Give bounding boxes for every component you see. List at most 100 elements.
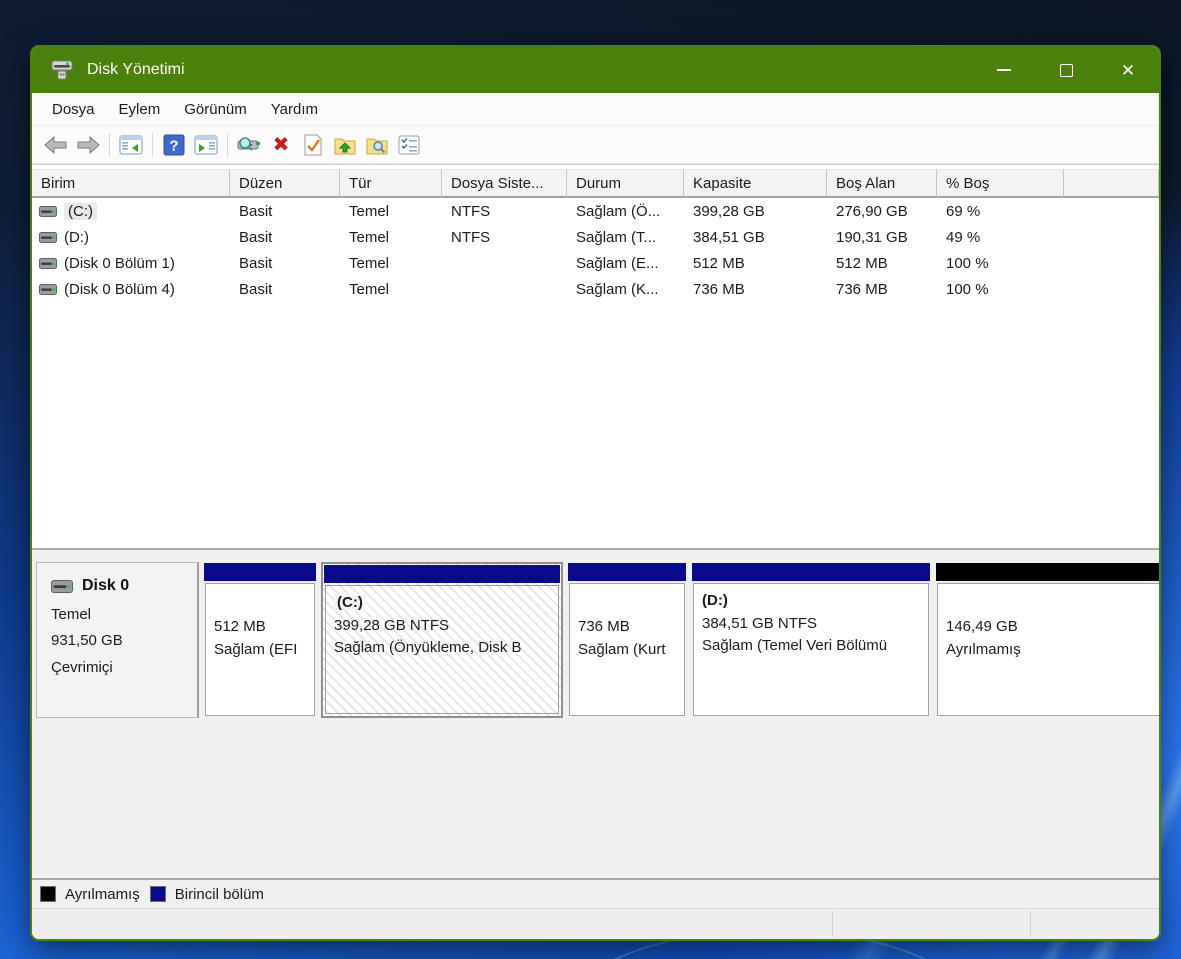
partition-size: 146,49 GB <box>946 616 1160 639</box>
menu-bar: Dosya Eylem Görünüm Yardım <box>32 93 1159 126</box>
toolbar: ? ✖ <box>32 126 1159 164</box>
volume-drive-icon <box>39 284 57 295</box>
volume-list-pane: Birim Düzen Tür Dosya Siste... Durum Kap… <box>32 164 1159 548</box>
table-row[interactable]: (Disk 0 Bölüm 4) Basit Temel Sağlam (K..… <box>32 276 1159 302</box>
help-icon[interactable]: ? <box>158 131 190 159</box>
toolbar-separator <box>109 133 110 157</box>
cell-tur: Temel <box>340 276 442 302</box>
partition-color-bar <box>936 563 1161 581</box>
cell-kapasite: 384,51 GB <box>684 224 827 250</box>
legend-item-unallocated: Ayrılmamış <box>40 886 140 903</box>
disk-drive-icon <box>50 60 74 80</box>
cell-tur: Temel <box>340 198 442 224</box>
column-header-birim[interactable]: Birim <box>32 169 230 198</box>
column-header-tur[interactable]: Tür <box>340 169 442 198</box>
menu-dosya[interactable]: Dosya <box>40 97 107 122</box>
cell-duzen: Basit <box>230 250 340 276</box>
partition-status: Sağlam (Temel Veri Bölümü <box>702 635 928 658</box>
menu-yardim[interactable]: Yardım <box>259 97 330 122</box>
disk0-row: Disk 0 Temel 931,50 GB Çevrimiçi 512 MB … <box>36 562 1159 718</box>
partition-c[interactable]: (C:) 399,28 GB NTFS Sağlam (Önyükleme, D… <box>321 562 563 718</box>
cell-kapasite: 399,28 GB <box>684 198 827 224</box>
cell-dosya-sistemi: NTFS <box>442 198 567 224</box>
column-header-kapasite[interactable]: Kapasite <box>684 169 827 198</box>
cell-kapasite: 512 MB <box>684 250 827 276</box>
partition-status: Ayrılmamış <box>946 639 1160 662</box>
forward-icon[interactable] <box>72 131 104 159</box>
disk-name: Disk 0 <box>82 577 129 595</box>
partition-recovery[interactable]: 736 MB Sağlam (Kurt <box>567 562 687 718</box>
column-header-empty[interactable] <box>1064 169 1159 198</box>
column-header-duzen[interactable]: Düzen <box>230 169 340 198</box>
back-icon[interactable] <box>40 131 72 159</box>
partition-status: Sağlam (EFI <box>214 639 314 662</box>
volume-table-header: Birim Düzen Tür Dosya Siste... Durum Kap… <box>32 169 1159 198</box>
partition-color-bar <box>204 563 316 581</box>
table-row[interactable]: (C:) Basit Temel NTFS Sağlam (Ö... 399,2… <box>32 198 1159 224</box>
volume-drive-icon <box>39 232 57 243</box>
pane-splitter[interactable] <box>32 548 1159 555</box>
disk-type: Temel <box>51 605 197 625</box>
partition-unallocated[interactable]: 146,49 GB Ayrılmamış <box>935 562 1161 718</box>
column-header-yuzde-bos[interactable]: % Boş <box>937 169 1064 198</box>
partition-status: Sağlam (Kurt <box>578 639 684 662</box>
disk0-info-panel[interactable]: Disk 0 Temel 931,50 GB Çevrimiçi <box>36 562 199 718</box>
partition-color-bar <box>692 563 930 581</box>
cell-bos-alan: 512 MB <box>827 250 937 276</box>
volume-name: (D:) <box>64 229 89 246</box>
cell-duzen: Basit <box>230 224 340 250</box>
menu-eylem[interactable]: Eylem <box>107 97 173 122</box>
close-button[interactable]: ✕ <box>1097 47 1159 93</box>
cell-bos-alan: 276,90 GB <box>827 198 937 224</box>
partition-size: 512 MB <box>214 616 314 639</box>
volume-drive-icon <box>39 258 57 269</box>
title-bar[interactable]: Disk Yönetimi ✕ <box>32 47 1159 93</box>
partition-label: (C:) <box>334 594 366 611</box>
svg-text:?: ? <box>169 137 178 154</box>
status-bar-separator <box>832 911 833 937</box>
partition-efi[interactable]: 512 MB Sağlam (EFI <box>203 562 317 718</box>
legend-swatch-primary <box>150 886 166 902</box>
partition-size: 736 MB <box>578 616 684 639</box>
minimize-button[interactable] <box>973 47 1035 93</box>
partition-color-bar <box>568 563 686 581</box>
cell-bos-alan: 736 MB <box>827 276 937 302</box>
volume-name: (C:) <box>64 203 97 220</box>
legend-label: Ayrılmamış <box>65 886 140 903</box>
status-bar-separator <box>1030 911 1031 937</box>
cell-kapasite: 736 MB <box>684 276 827 302</box>
partition-size: 399,28 GB NTFS <box>334 615 558 638</box>
cell-duzen: Basit <box>230 198 340 224</box>
menu-gorunum[interactable]: Görünüm <box>172 97 259 122</box>
disk-graph-pane: Disk 0 Temel 931,50 GB Çevrimiçi 512 MB … <box>32 555 1159 908</box>
toolbar-separator <box>152 133 153 157</box>
delete-volume-icon[interactable]: ✖ <box>265 131 297 159</box>
disk-drive-icon <box>51 580 73 593</box>
partition-d[interactable]: (D:) 384,51 GB NTFS Sağlam (Temel Veri B… <box>691 562 931 718</box>
cell-dosya-sistemi <box>442 276 567 302</box>
show-action-pane-icon[interactable] <box>190 131 222 159</box>
column-header-dosya-sistemi[interactable]: Dosya Siste... <box>442 169 567 198</box>
volume-name: (Disk 0 Bölüm 1) <box>64 255 175 272</box>
cell-yuzde-bos: 100 % <box>937 250 1064 276</box>
cell-duzen: Basit <box>230 276 340 302</box>
folder-up-icon[interactable] <box>329 131 361 159</box>
cell-dosya-sistemi: NTFS <box>442 224 567 250</box>
cell-yuzde-bos: 49 % <box>937 224 1064 250</box>
cell-tur: Temel <box>340 250 442 276</box>
volume-name: (Disk 0 Bölüm 4) <box>64 281 175 298</box>
legend-item-primary: Birincil bölüm <box>150 886 264 903</box>
status-bar <box>32 908 1159 939</box>
rescan-disks-icon[interactable] <box>233 131 265 159</box>
folder-search-icon[interactable] <box>361 131 393 159</box>
maximize-button[interactable] <box>1035 47 1097 93</box>
check-document-icon[interactable] <box>297 131 329 159</box>
show-console-tree-icon[interactable] <box>115 131 147 159</box>
table-row[interactable]: (Disk 0 Bölüm 1) Basit Temel Sağlam (E..… <box>32 250 1159 276</box>
column-header-bos-alan[interactable]: Boş Alan <box>827 169 937 198</box>
properties-list-icon[interactable] <box>393 131 425 159</box>
table-row[interactable]: (D:) Basit Temel NTFS Sağlam (T... 384,5… <box>32 224 1159 250</box>
cell-yuzde-bos: 69 % <box>937 198 1064 224</box>
column-header-durum[interactable]: Durum <box>567 169 684 198</box>
toolbar-separator <box>227 133 228 157</box>
